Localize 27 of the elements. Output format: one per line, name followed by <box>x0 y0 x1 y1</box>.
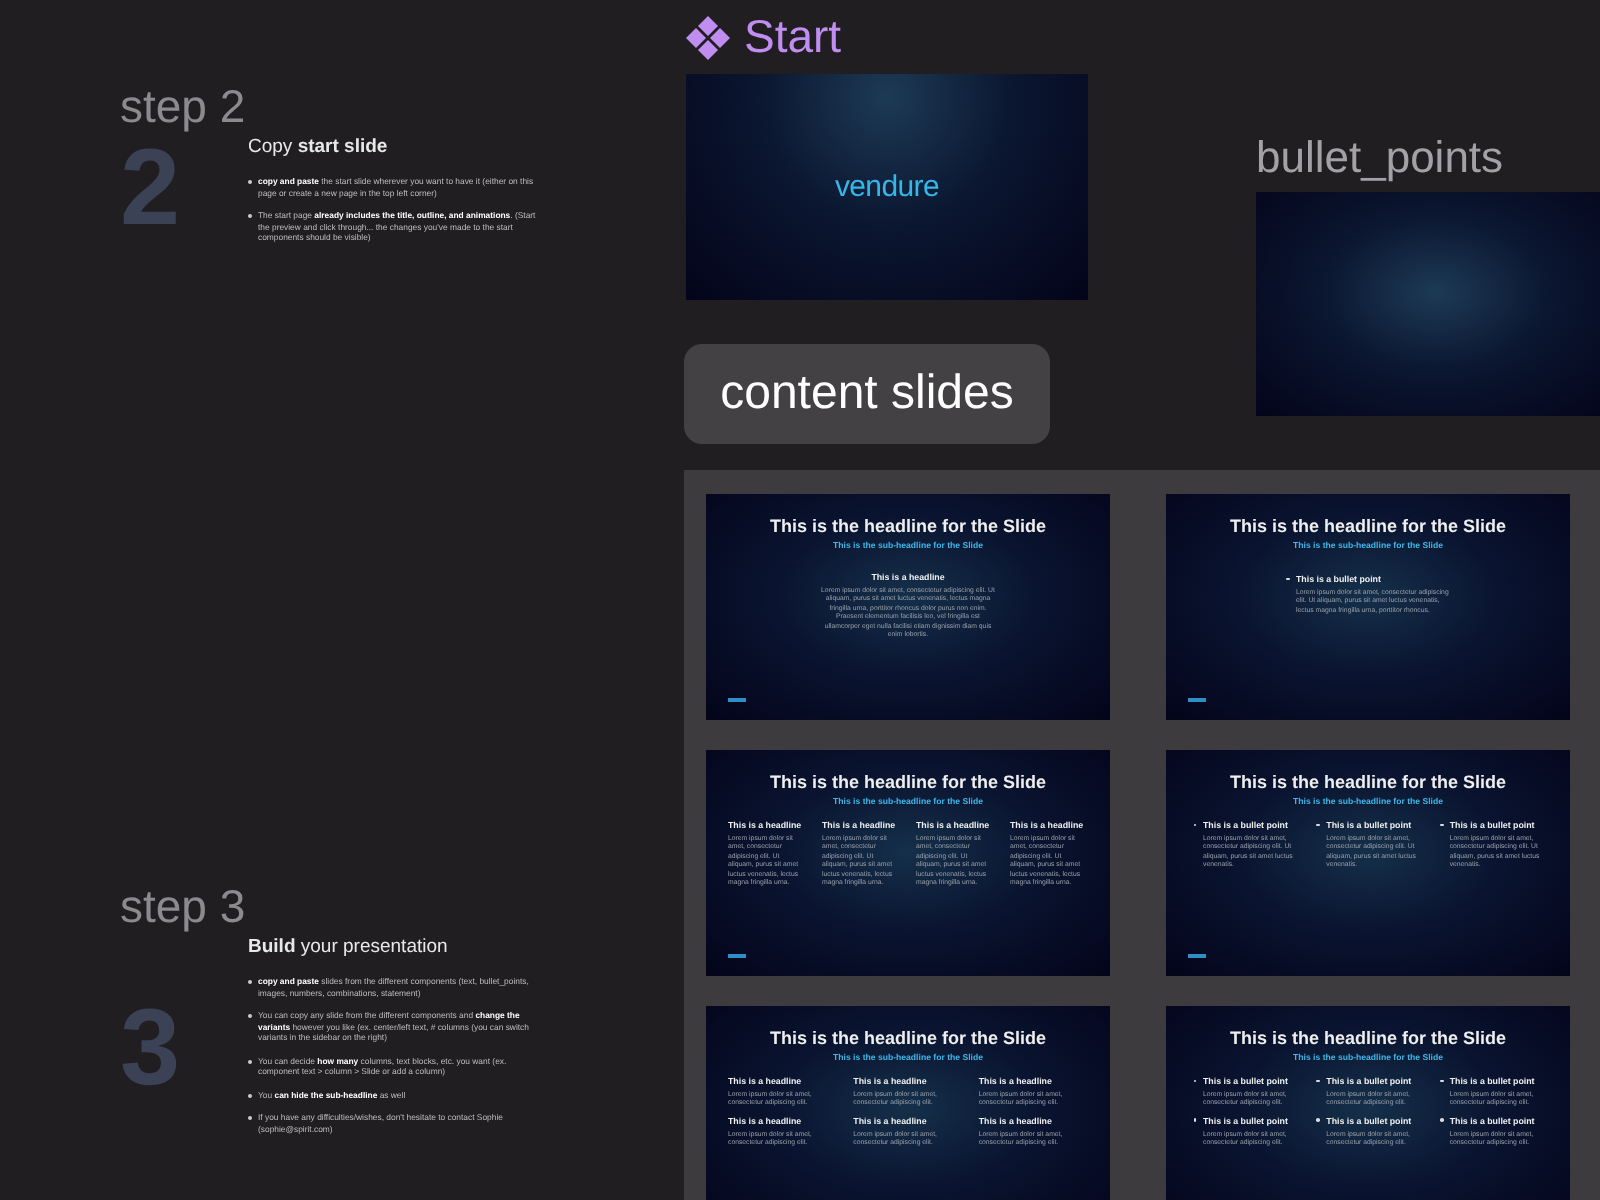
slide-thumbnail[interactable] <box>1166 750 1570 976</box>
slide-headline: This is the headline for the Slide <box>1229 1028 1507 1048</box>
slide-headline: This is the headline for the Slide <box>1229 516 1507 536</box>
step-label: step 3 <box>120 880 248 932</box>
slide-thumbnail[interactable] <box>1166 494 1570 720</box>
frame-title: bullet_points <box>1256 132 1504 184</box>
logo: vendure <box>834 170 940 204</box>
slide-headline: This is the headline for the Slide <box>769 516 1047 536</box>
slide-headline: This is the headline for the Slide <box>769 772 1047 792</box>
section-label: content slides <box>684 344 1050 444</box>
logo-mark <box>728 698 746 702</box>
slide-thumbnail[interactable] <box>706 750 1110 976</box>
slide-headline: This is the headline for the Slide <box>769 1028 1047 1048</box>
logo-mark <box>728 954 746 958</box>
start-slide[interactable]: vendure <box>686 74 1088 300</box>
instruction-title: Build your presentation <box>248 936 450 958</box>
slide-thumbnail[interactable] <box>1256 192 1600 416</box>
logo-mark <box>1188 954 1206 958</box>
slide-thumbnail[interactable] <box>1166 1006 1570 1200</box>
step-label: step 2 <box>120 80 248 132</box>
slide-thumbnail[interactable] <box>706 494 1110 720</box>
frame-title: Start <box>744 10 842 64</box>
slide-thumbnail[interactable] <box>706 1006 1110 1200</box>
slide-headline: This is the headline for the Slide <box>1229 772 1507 792</box>
component-icon <box>684 13 732 61</box>
instruction-title: Copy start slide <box>248 136 390 158</box>
logo-mark <box>1188 698 1206 702</box>
